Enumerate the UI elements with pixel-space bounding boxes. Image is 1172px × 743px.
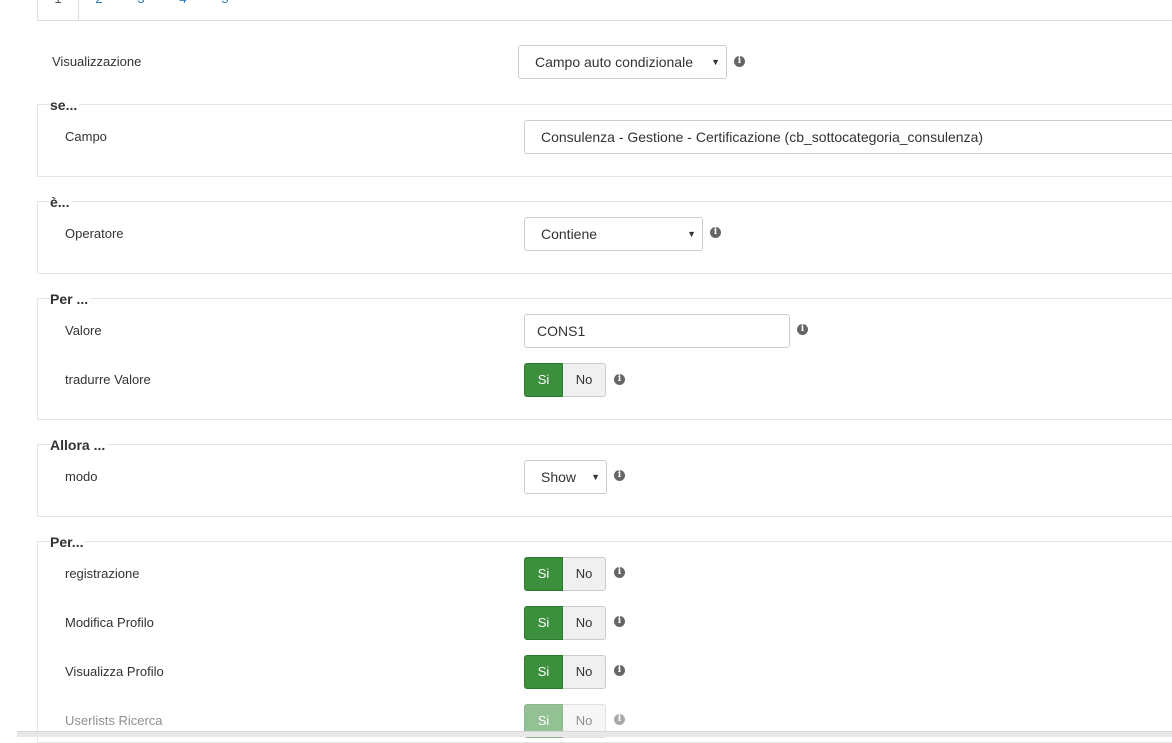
tab-label: 3 <box>137 0 144 6</box>
campo-label: Campo <box>65 129 107 144</box>
info-icon[interactable]: i <box>614 714 625 725</box>
legend-per: Per ... <box>50 291 91 307</box>
horizontal-scrollbar[interactable] <box>17 731 1172 737</box>
visualizzazione-value: Campo auto condizionale <box>535 54 693 70</box>
info-icon[interactable]: i <box>797 324 808 335</box>
toggle-yes-button[interactable]: Si <box>524 363 563 397</box>
registrazione-label: registrazione <box>65 566 140 581</box>
modo-label: modo <box>65 469 98 484</box>
visualizzazione-label: Visualizzazione <box>52 54 142 69</box>
valore-value: CONS1 <box>537 323 586 339</box>
tab-5[interactable]: 5 <box>219 0 231 19</box>
tab-label: 2 <box>95 0 102 6</box>
operatore-select[interactable]: Contiene ▼ <box>524 217 703 251</box>
visualizza-profilo-label: Visualizza Profilo <box>65 664 164 679</box>
modifica-profilo-label: Modifica Profilo <box>65 615 154 630</box>
toggle-yes-button[interactable]: Si <box>524 606 563 640</box>
valore-label: Valore <box>65 323 102 338</box>
legend-e: è... <box>50 194 72 210</box>
tradurre-valore-toggle: Si No <box>524 363 606 397</box>
info-icon[interactable]: i <box>734 56 745 67</box>
tradurre-valore-label: tradurre Valore <box>65 372 151 387</box>
operatore-label: Operatore <box>65 226 124 241</box>
tab-1[interactable]: 1 <box>37 0 79 20</box>
modifica-profilo-toggle: Si No <box>524 606 606 640</box>
tab-2[interactable]: 2 <box>93 0 105 19</box>
info-icon[interactable]: i <box>710 227 721 238</box>
visualizza-profilo-toggle: Si No <box>524 655 606 689</box>
registrazione-toggle: Si No <box>524 557 606 591</box>
modo-select[interactable]: Show ▼ <box>524 460 607 494</box>
toggle-no-button[interactable]: No <box>563 557 606 591</box>
toggle-no-button[interactable]: No <box>563 606 606 640</box>
toggle-no-button[interactable]: No <box>563 363 606 397</box>
chevron-down-icon: ▼ <box>591 472 600 482</box>
chevron-down-icon: ▼ <box>687 229 696 239</box>
info-icon[interactable]: i <box>614 567 625 578</box>
toggle-yes-button[interactable]: Si <box>524 655 563 689</box>
tab-bar: 1 2 3 4 5 <box>37 0 1172 21</box>
legend-per2: Per... <box>50 534 86 550</box>
modo-value: Show <box>541 469 577 485</box>
info-icon[interactable]: i <box>614 665 625 676</box>
tab-label: 5 <box>221 0 228 6</box>
info-icon[interactable]: i <box>614 470 625 481</box>
legend-se: se... <box>50 97 80 113</box>
tab-3[interactable]: 3 <box>135 0 147 19</box>
toggle-no-button[interactable]: No <box>563 655 606 689</box>
tab-4[interactable]: 4 <box>177 0 189 19</box>
tab-label: 4 <box>179 0 186 6</box>
campo-select[interactable]: Consulenza - Gestione - Certificazione (… <box>524 120 1172 154</box>
chevron-down-icon: ▼ <box>711 57 720 67</box>
campo-value: Consulenza - Gestione - Certificazione (… <box>541 129 984 145</box>
operatore-value: Contiene <box>541 226 598 242</box>
legend-allora: Allora ... <box>50 437 108 453</box>
valore-input[interactable]: CONS1 <box>524 314 790 348</box>
info-icon[interactable]: i <box>614 374 625 385</box>
tab-label: 1 <box>54 0 61 6</box>
visualizzazione-select[interactable]: Campo auto condizionale ▼ <box>518 45 727 79</box>
toggle-yes-button[interactable]: Si <box>524 557 563 591</box>
userlists-ricerca-label: Userlists Ricerca <box>65 713 163 728</box>
info-icon[interactable]: i <box>614 616 625 627</box>
